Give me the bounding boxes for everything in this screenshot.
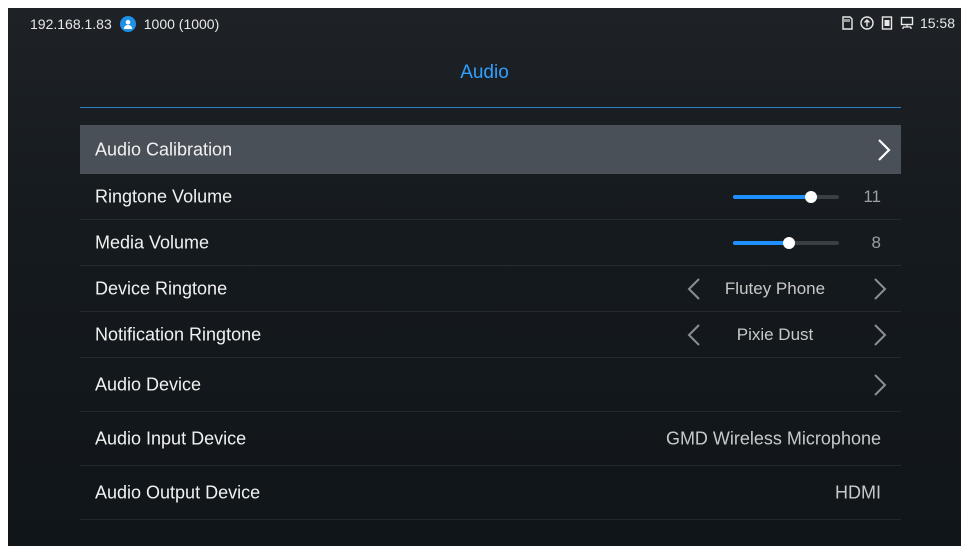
audio-input-device-value: GMD Wireless Microphone — [665, 428, 881, 448]
row-label: Media Volume — [95, 232, 210, 252]
audio-output-device-row[interactable]: Audio Output Device HDMI — [80, 466, 901, 520]
sd-card-icon — [840, 16, 854, 30]
media-volume-value: 8 — [871, 232, 881, 252]
audio-output-device-value: HDMI — [835, 482, 881, 502]
audio-calibration-row[interactable]: Audio Calibration — [80, 125, 901, 174]
chevron-right-icon[interactable] — [873, 277, 887, 301]
status-left: 192.168.1.83 1000 (1000) — [30, 16, 219, 32]
row-label: Notification Ringtone — [95, 324, 262, 344]
slider-knob[interactable] — [783, 236, 796, 249]
slider-fill — [733, 194, 811, 199]
media-volume-slider[interactable] — [733, 236, 839, 249]
sim-icon — [880, 16, 894, 30]
account-label: 1000 (1000) — [143, 16, 220, 32]
account-icon — [119, 16, 136, 32]
audio-device-row[interactable]: Audio Device — [80, 358, 901, 412]
clock: 15:58 — [919, 15, 955, 31]
media-volume-row[interactable]: Media Volume 8 — [80, 220, 901, 266]
settings-list: Audio Calibration Ringtone Volume 11 Med… — [80, 125, 901, 520]
row-label: Device Ringtone — [95, 278, 228, 298]
chevron-right-icon — [874, 373, 887, 396]
audio-input-device-row[interactable]: Audio Input Device GMD Wireless Micropho… — [80, 412, 901, 466]
status-right: 15:58 — [840, 15, 955, 31]
chevron-right-icon — [878, 138, 891, 161]
ringtone-volume-slider[interactable] — [733, 190, 839, 203]
notification-ringtone-value: Pixie Dust — [736, 324, 814, 344]
status-bar: 192.168.1.83 1000 (1000) 15:58 — [8, 8, 961, 42]
ringtone-volume-row[interactable]: Ringtone Volume 11 — [80, 174, 901, 220]
screen: 192.168.1.83 1000 (1000) 15:58 Audio Aud… — [8, 8, 961, 546]
row-label: Audio Calibration — [95, 139, 233, 159]
page-title: Audio — [460, 62, 509, 83]
network-icon — [900, 16, 914, 30]
ringtone-volume-value: 11 — [863, 186, 881, 206]
slider-knob[interactable] — [804, 190, 817, 203]
notification-ringtone-row[interactable]: Notification Ringtone Pixie Dust — [80, 312, 901, 358]
device-ringtone-value: Flutey Phone — [724, 278, 826, 298]
slider-fill — [733, 240, 790, 245]
upload-icon — [860, 16, 874, 30]
device-ringtone-row[interactable]: Device Ringtone Flutey Phone — [80, 266, 901, 312]
chevron-left-icon[interactable] — [687, 277, 701, 301]
row-label: Audio Output Device — [95, 482, 261, 502]
row-label: Audio Input Device — [95, 428, 247, 448]
ip-address: 192.168.1.83 — [30, 16, 112, 32]
row-label: Ringtone Volume — [95, 186, 233, 206]
chevron-right-icon[interactable] — [873, 323, 887, 347]
row-label: Audio Device — [95, 374, 202, 394]
chevron-left-icon[interactable] — [687, 323, 701, 347]
title-divider — [80, 107, 901, 108]
